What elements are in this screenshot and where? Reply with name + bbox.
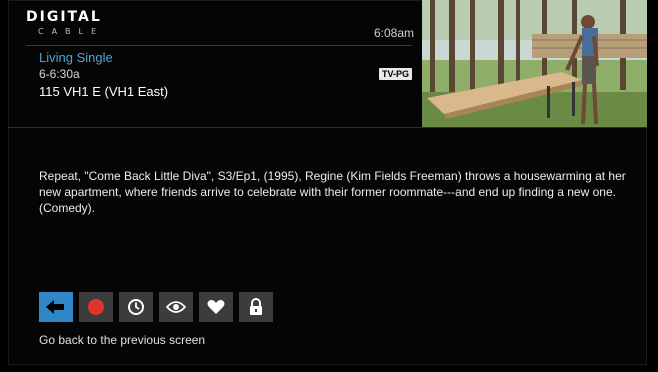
logo: DIGITAL CABLE — [26, 10, 136, 42]
action-hint: Go back to the previous screen — [39, 333, 206, 347]
back-arrow-icon — [46, 300, 64, 314]
eye-icon — [166, 301, 186, 313]
favorite-button[interactable] — [199, 292, 233, 322]
program-time-slot: 6-6:30a — [39, 67, 80, 81]
record-button[interactable] — [79, 292, 113, 322]
lock-button[interactable] — [239, 292, 273, 322]
divider — [8, 127, 647, 128]
video-preview — [422, 0, 647, 127]
program-channel: 115 VH1 E (VH1 East) — [39, 84, 169, 99]
clock: 6:08am — [373, 26, 414, 40]
watch-button[interactable] — [159, 292, 193, 322]
record-icon — [88, 299, 104, 315]
video-preview-image — [422, 0, 647, 127]
rating-badge: TV-PG — [379, 68, 413, 80]
logo-main: DIGITAL — [26, 9, 102, 25]
action-bar — [39, 292, 273, 322]
logo-sub: CABLE — [38, 27, 105, 36]
program-description: Repeat, "Come Back Little Diva", S3/Ep1,… — [39, 169, 626, 215]
back-button[interactable] — [39, 292, 73, 322]
clock-icon — [128, 299, 144, 315]
program-title: Living Single — [39, 50, 113, 65]
reminder-button[interactable] — [119, 292, 153, 322]
heart-icon — [207, 300, 225, 314]
divider — [26, 45, 412, 46]
lock-icon — [250, 298, 262, 315]
